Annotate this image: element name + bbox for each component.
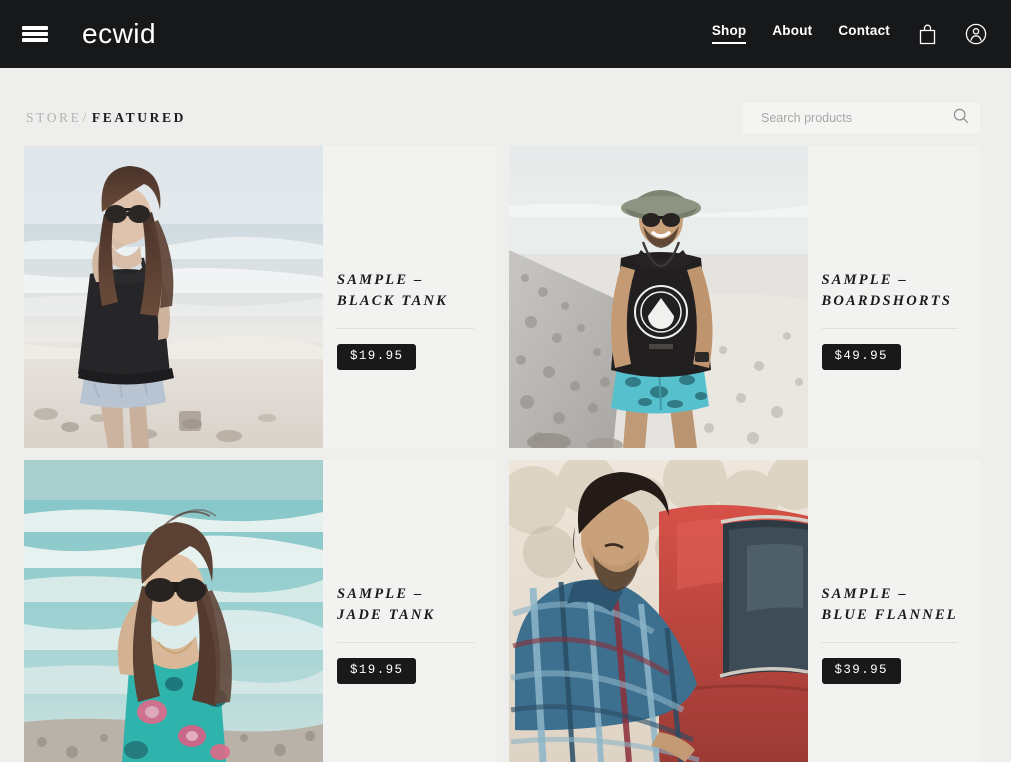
product-grid: SAMPLE – BLACK TANK $19.95 SAMPLE – BOAR… — [0, 146, 1011, 762]
divider — [337, 328, 474, 330]
product-image-blue-flannel[interactable] — [508, 460, 808, 762]
product-price[interactable]: $39.95 — [821, 658, 901, 684]
user-account-icon[interactable] — [965, 23, 987, 45]
product-price[interactable]: $49.95 — [821, 344, 901, 370]
nav-item-shop[interactable]: Shop — [711, 24, 747, 45]
product-title: SAMPLE – BOARDSHORTS — [821, 272, 953, 310]
nav-item-contact[interactable]: Contact — [838, 24, 890, 45]
nav-item-about[interactable]: About — [772, 24, 812, 45]
divider — [821, 328, 958, 330]
breadcrumb: STORE / FEATURED — [26, 110, 186, 126]
product-info: SAMPLE – BLUE FLANNEL $39.95 — [807, 460, 980, 762]
product-title: SAMPLE – BLACK TANK — [337, 272, 449, 310]
product-info: SAMPLE – JADE TANK $19.95 — [323, 460, 496, 762]
hamburger-bar — [22, 38, 48, 42]
hamburger-bar — [22, 26, 48, 30]
product-image-boardshorts[interactable] — [508, 146, 808, 448]
hamburger-bar — [22, 32, 48, 36]
hamburger-menu-icon[interactable] — [22, 24, 48, 44]
search-input[interactable] — [761, 111, 953, 125]
shopping-bag-icon[interactable] — [918, 24, 937, 45]
divider — [337, 642, 474, 644]
main-navigation: Shop About Contact — [686, 23, 987, 45]
product-card[interactable]: SAMPLE – BLUE FLANNEL $39.95 — [508, 460, 980, 762]
product-card[interactable]: SAMPLE – BLACK TANK $19.95 — [24, 146, 496, 448]
product-price[interactable]: $19.95 — [337, 344, 417, 370]
breadcrumb-separator: / — [82, 110, 89, 125]
divider — [821, 642, 958, 644]
product-info: SAMPLE – BLACK TANK $19.95 — [323, 146, 496, 448]
product-info: SAMPLE – BOARDSHORTS $49.95 — [807, 146, 980, 448]
product-title: SAMPLE – BLUE FLANNEL — [821, 586, 958, 624]
product-title: SAMPLE – JADE TANK — [337, 586, 436, 624]
search-box[interactable] — [743, 103, 980, 133]
search-icon[interactable] — [953, 108, 969, 129]
product-image-black-tank[interactable] — [24, 146, 323, 448]
product-card[interactable]: SAMPLE – JADE TANK $19.95 — [24, 460, 496, 762]
breadcrumb-store[interactable]: STORE — [26, 110, 82, 126]
product-price[interactable]: $19.95 — [337, 658, 417, 684]
product-image-jade-tank[interactable] — [24, 460, 323, 762]
product-card[interactable]: SAMPLE – BOARDSHORTS $49.95 — [508, 146, 980, 448]
brand-logo[interactable]: ecwid — [82, 20, 156, 48]
breadcrumb-featured: FEATURED — [91, 110, 186, 125]
site-header: ecwid Shop About Contact — [0, 0, 1011, 68]
page-subheader: STORE / FEATURED — [0, 90, 1011, 146]
